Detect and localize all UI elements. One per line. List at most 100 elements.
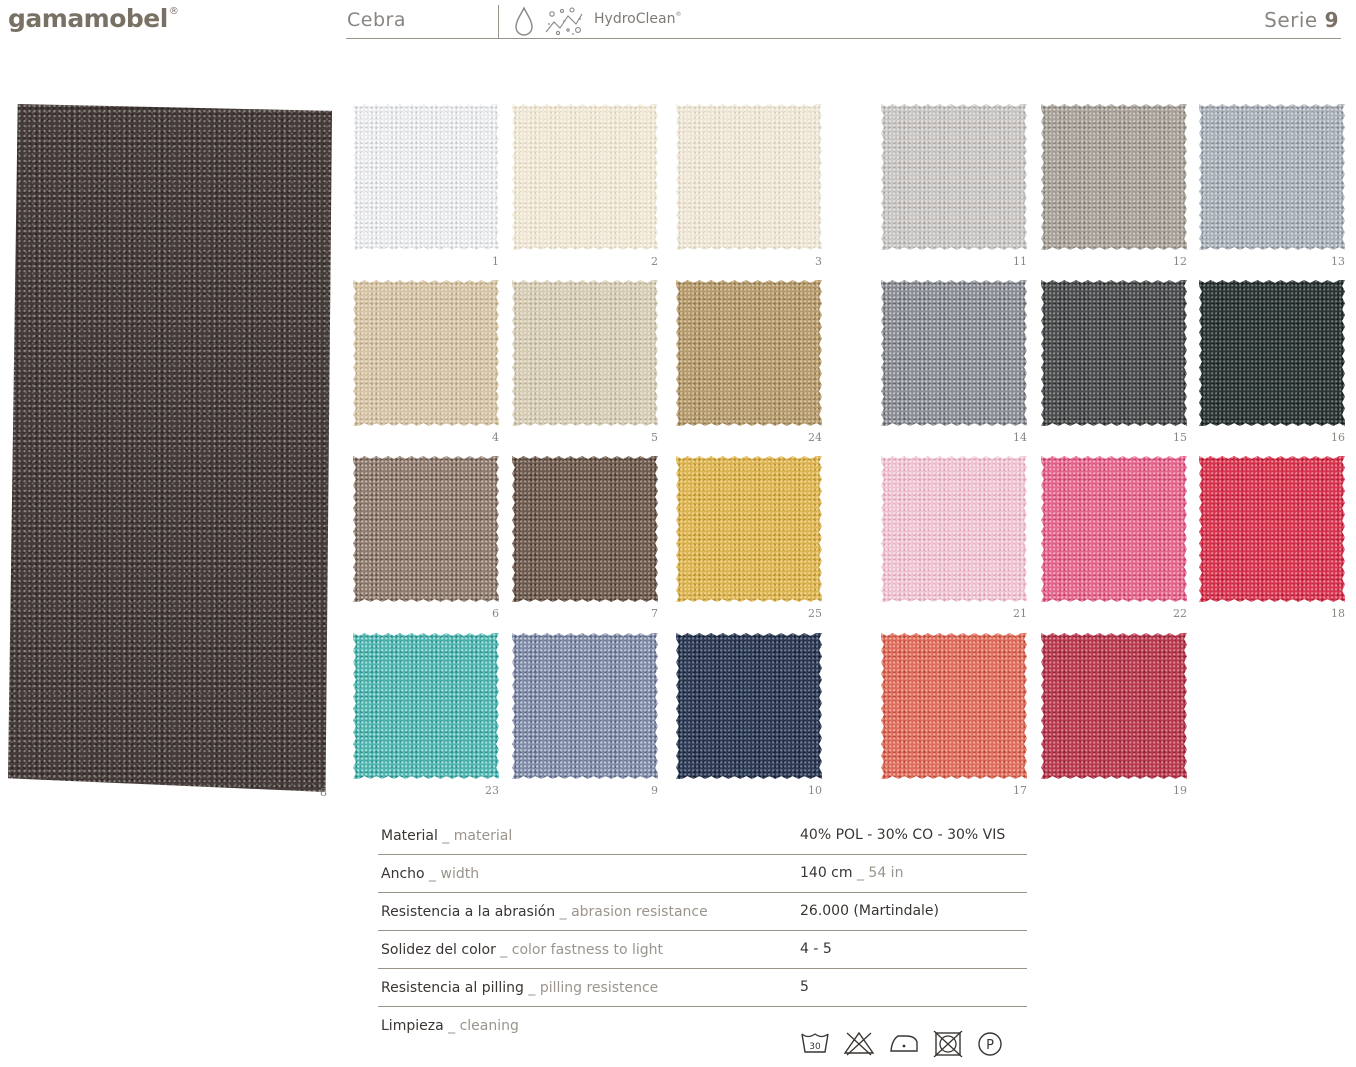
care-symbols: 30 P [800, 1030, 1004, 1058]
swatch-4 [353, 280, 499, 426]
swatch-23 [353, 633, 499, 779]
swatch-number: 8 [320, 786, 327, 799]
swatch-number: 24 [808, 431, 822, 444]
spec-label: Resistencia al pilling _ pilling resiste… [381, 980, 658, 996]
spec-value: 40% POL - 30% CO - 30% VIS [800, 827, 1006, 843]
spec-row-cleaning: Limpieza _ cleaning 30 P [378, 1007, 1027, 1067]
swatch-number: 15 [1173, 431, 1187, 444]
spec-row-width: Ancho _ width 140 cm _ 54 in [378, 855, 1027, 893]
treatment-text: HydroClean [594, 11, 676, 27]
swatch-11 [881, 104, 1027, 250]
swatch-25 [676, 456, 822, 602]
swatch-number: 22 [1173, 607, 1187, 620]
swatch-number: 13 [1331, 255, 1345, 268]
swatch-9 [512, 633, 658, 779]
separator: _ [448, 1018, 456, 1034]
spec-label-es: Resistencia al pilling [381, 980, 524, 996]
swatch-number: 1 [492, 255, 499, 268]
dry-clean-letter: P [986, 1038, 994, 1053]
swatch-number: 17 [1013, 784, 1027, 797]
series-indicator: Serie 9 [1264, 8, 1339, 32]
spec-label: Material _ material [381, 828, 512, 844]
brand-name: gamamobel [8, 4, 168, 33]
swatch-2 [512, 104, 658, 250]
spec-label-en: cleaning [459, 1018, 519, 1034]
hydroclean-stain-icon [545, 7, 583, 36]
swatch-13 [1199, 104, 1345, 250]
spec-label: Ancho _ width [381, 866, 479, 882]
spec-row-material: Material _ material 40% POL - 30% CO - 3… [378, 817, 1027, 855]
water-drop-icon [515, 6, 533, 36]
spec-label-es: Solidez del color [381, 942, 496, 958]
swatch-large [8, 104, 332, 792]
swatch-10 [676, 633, 822, 779]
swatch-number: 18 [1331, 607, 1345, 620]
spec-value: 4 - 5 [800, 941, 832, 957]
spec-label-es: Material [381, 828, 438, 844]
dry-clean-p-icon: P [978, 1032, 1002, 1056]
swatch-22 [1041, 456, 1187, 602]
fabric-name: Cebra [347, 9, 406, 31]
swatch-3 [676, 104, 822, 250]
wash-30-icon: 30 [801, 1033, 829, 1053]
swatch-number: 14 [1013, 431, 1027, 444]
treatment-mark: ® [675, 11, 682, 18]
spec-label-en: pilling resistence [539, 980, 659, 996]
swatch-number: 11 [1013, 255, 1027, 268]
no-tumble-dry-icon [933, 1030, 963, 1058]
swatch-number: 19 [1173, 784, 1187, 797]
swatch-7 [512, 456, 658, 602]
swatch-15 [1041, 280, 1187, 426]
header-separator [498, 5, 499, 38]
swatch-number: 10 [808, 784, 822, 797]
swatch-number: 6 [492, 607, 499, 620]
brand-logo: gamamobel® [8, 4, 179, 33]
spec-value: 26.000 (Martindale) [800, 903, 939, 919]
spec-label-en: color fastness to light [511, 942, 664, 958]
separator: _ [500, 942, 508, 958]
swatch-12 [1041, 104, 1187, 250]
separator: _ [528, 980, 536, 996]
swatch-1 [353, 104, 499, 250]
brand-mark: ® [168, 6, 179, 17]
swatch-16 [1199, 280, 1345, 426]
spec-row-abrasion: Resistencia a la abrasión _ abrasion res… [378, 893, 1027, 931]
spec-label-en: abrasion resistance [571, 904, 708, 920]
separator: _ [856, 865, 864, 881]
swatch-number: 7 [651, 607, 658, 620]
spec-label-es: Resistencia a la abrasión [381, 904, 556, 920]
swatch-number: 12 [1173, 255, 1187, 268]
spec-row-color-fastness: Solidez del color _ color fastness to li… [378, 931, 1027, 969]
swatch-5 [512, 280, 658, 426]
header-rule [346, 38, 1341, 39]
spec-value-cm: 140 cm [800, 865, 853, 881]
separator: _ [559, 904, 567, 920]
swatch-18 [1199, 456, 1345, 602]
swatch-14 [881, 280, 1027, 426]
swatch-number: 4 [492, 431, 499, 444]
hydroclean-label: HydroClean® [594, 11, 681, 27]
spec-value-in: 54 in [868, 865, 904, 881]
swatch-19 [1041, 633, 1187, 779]
spec-label: Limpieza _ cleaning [381, 1018, 519, 1034]
swatch-6 [353, 456, 499, 602]
series-label: Serie [1264, 8, 1318, 32]
spec-label-en: width [440, 866, 480, 882]
swatch-number: 25 [808, 607, 822, 620]
no-bleach-icon [843, 1031, 875, 1056]
swatch-24 [676, 280, 822, 426]
separator: _ [429, 866, 437, 882]
swatch-21 [881, 456, 1027, 602]
swatch-17 [881, 633, 1027, 779]
swatch-number: 2 [651, 255, 658, 268]
swatch-number: 9 [651, 784, 658, 797]
spec-value: 5 [800, 979, 809, 995]
swatch-number: 23 [485, 784, 499, 797]
spec-label: Resistencia a la abrasión _ abrasion res… [381, 904, 708, 920]
spec-table: Material _ material 40% POL - 30% CO - 3… [378, 817, 1027, 1067]
spec-row-pilling: Resistencia al pilling _ pilling resiste… [378, 969, 1027, 1007]
separator: _ [442, 828, 450, 844]
spec-label: Solidez del color _ color fastness to li… [381, 942, 663, 958]
swatch-number: 5 [651, 431, 658, 444]
spec-label-es: Limpieza [381, 1018, 444, 1034]
